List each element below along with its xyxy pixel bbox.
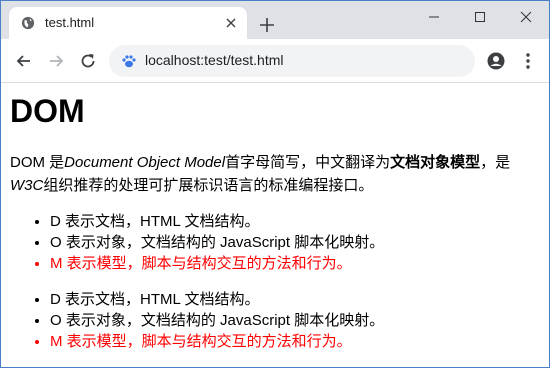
- new-tab-icon[interactable]: [259, 17, 275, 33]
- list-item: M 表示模型，脚本与结构交互的方法和行为。: [50, 331, 540, 352]
- close-window-button[interactable]: [503, 1, 549, 33]
- italic-run: W3C: [10, 177, 44, 194]
- url-text: localhost:test/test.html: [145, 52, 284, 68]
- paw-site-icon: [122, 55, 136, 68]
- list-item: D 表示文档，HTML 文档结构。: [50, 289, 540, 310]
- address-bar[interactable]: localhost:test/test.html: [109, 45, 475, 77]
- back-arrow-icon[interactable]: [14, 51, 34, 71]
- text-run: 首字母简写，中文翻译为: [225, 154, 391, 171]
- globe-icon: [21, 16, 35, 30]
- tab-title: test.html: [45, 15, 95, 30]
- minimize-button[interactable]: [411, 1, 457, 33]
- list-item: M 表示模型，脚本与结构交互的方法和行为。: [50, 253, 540, 274]
- forward-arrow-icon[interactable]: [46, 51, 66, 71]
- page-heading: DOM: [10, 93, 85, 129]
- profile-icon[interactable]: [487, 52, 505, 70]
- dom-list-2: D 表示文档，HTML 文档结构。 O 表示对象，文档结构的 JavaScrip…: [10, 289, 540, 352]
- maximize-button[interactable]: [457, 1, 503, 33]
- kebab-menu-icon[interactable]: [520, 51, 536, 71]
- browser-toolbar: localhost:test/test.html: [1, 39, 549, 83]
- text-run: ，是: [480, 154, 511, 171]
- list-item: D 表示文档，HTML 文档结构。: [50, 211, 540, 232]
- bold-run: 文档对象模型: [390, 154, 481, 171]
- minimize-icon: [429, 16, 439, 18]
- list-item: O 表示对象，文档结构的 JavaScript 脚本化映射。: [50, 310, 540, 331]
- text-run: 组织推荐的处理可扩展标识语言的标准编程接口。: [43, 177, 374, 194]
- page-content: DOM DOM 是Document Object Model首字母简写，中文翻译…: [1, 84, 549, 367]
- browser-window: test.html localhost:test/test.html DOM D…: [0, 0, 550, 368]
- tab-strip: test.html: [1, 1, 549, 39]
- list-item: O 表示对象，文档结构的 JavaScript 脚本化映射。: [50, 232, 540, 253]
- close-tab-icon[interactable]: [225, 17, 237, 29]
- close-icon: [520, 11, 532, 23]
- intro-paragraph: DOM 是Document Object Model首字母简写，中文翻译为文档对…: [10, 151, 540, 197]
- tab-test-html[interactable]: test.html: [9, 7, 247, 39]
- dom-list-1: D 表示文档，HTML 文档结构。 O 表示对象，文档结构的 JavaScrip…: [10, 211, 540, 274]
- italic-run: Document Object Model: [64, 154, 226, 171]
- maximize-icon: [475, 12, 485, 22]
- text-run: DOM 是: [10, 154, 65, 171]
- reload-icon[interactable]: [78, 51, 98, 71]
